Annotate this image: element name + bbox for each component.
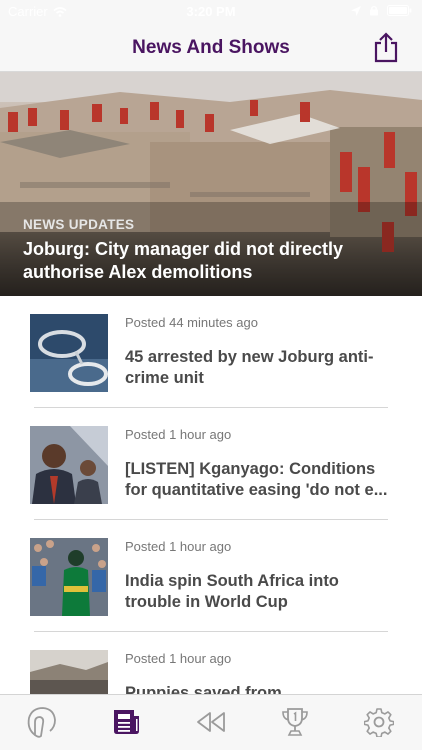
article-title: 45 arrested by new Joburg anti- crime un…	[125, 347, 395, 389]
featured-story-title: Joburg: City manager did not directly au…	[23, 239, 344, 282]
gear-icon	[364, 708, 394, 737]
article-thumbnail	[30, 426, 108, 504]
speakers-image	[30, 426, 108, 504]
article-thumbnail	[30, 650, 108, 694]
article-list[interactable]: Posted 44 minutes ago 45 arrested by new…	[0, 296, 422, 694]
tab-settings[interactable]	[361, 705, 397, 739]
article-thumbnail	[30, 538, 108, 616]
tab-bar	[0, 694, 422, 750]
status-bar: Carrier 3:20 PM	[0, 0, 422, 24]
article-thumbnail	[30, 314, 108, 392]
article-timestamp: Posted 44 minutes ago	[125, 315, 258, 330]
rewind-icon	[197, 712, 225, 732]
trophy-icon	[282, 708, 308, 736]
list-item[interactable]: Posted 1 hour ago [LISTEN] Kganyago: Con…	[0, 408, 422, 520]
article-title: [LISTEN] Kganyago: Conditions for quanti…	[125, 459, 395, 501]
article-timestamp: Posted 1 hour ago	[125, 427, 232, 442]
listen-icon	[27, 707, 56, 738]
article-timestamp: Posted 1 hour ago	[125, 539, 232, 554]
page-title: News And Shows	[132, 37, 290, 58]
story-category: NEWS UPDATES	[23, 217, 135, 232]
article-title: Puppies saved from	[125, 683, 395, 694]
list-item[interactable]: Posted 44 minutes ago 45 arrested by new…	[0, 296, 422, 408]
tab-sport[interactable]	[277, 705, 313, 739]
share-icon	[374, 32, 398, 63]
article-title-line: 45 arrested by new Joburg anti-	[125, 348, 374, 366]
article-title-line: crime unit	[125, 369, 204, 387]
tab-news[interactable]	[108, 705, 144, 739]
article-title-line: India spin South Africa into	[125, 572, 339, 590]
article-timestamp: Posted 1 hour ago	[125, 651, 232, 666]
tab-listen[interactable]	[24, 705, 60, 739]
handcuffs-image	[30, 314, 108, 392]
list-item[interactable]: Posted 1 hour ago Puppies saved from	[0, 632, 422, 694]
article-title: India spin South Africa into trouble in …	[125, 571, 395, 613]
share-button[interactable]	[372, 31, 400, 63]
article-title-line: [LISTEN] Kganyago: Conditions	[125, 460, 376, 478]
list-item[interactable]: Posted 1 hour ago India spin South Afric…	[0, 520, 422, 632]
article-title-line: trouble in World Cup	[125, 593, 288, 611]
featured-story[interactable]: NEWS UPDATES Joburg: City manager did no…	[0, 72, 422, 296]
article-title-line: for quantitative easing 'do not e...	[125, 481, 388, 499]
news-icon	[114, 710, 139, 734]
location-icon	[351, 5, 361, 16]
tunnel-image	[30, 650, 108, 694]
cricketer-image	[30, 538, 108, 616]
battery-icon	[387, 5, 412, 16]
article-title-line: Puppies saved from	[125, 684, 282, 694]
lock-rotation-icon	[370, 5, 378, 16]
tab-shows[interactable]	[193, 705, 229, 739]
